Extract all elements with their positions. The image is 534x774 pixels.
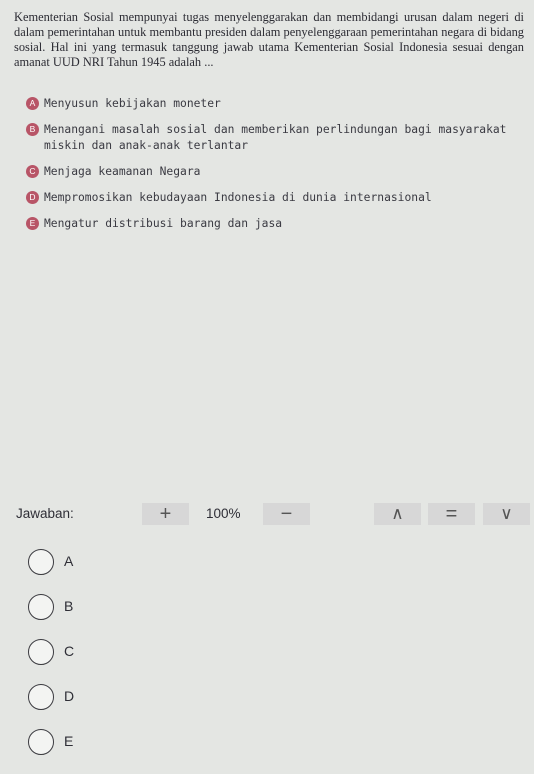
answer-choice-label: E <box>64 733 74 749</box>
question-text: Kementerian Sosial mempunyai tugas menye… <box>14 10 524 69</box>
option-a: A Menyusun kebijakan moneter <box>26 96 526 112</box>
answer-toolbar: Jawaban: + 100% − ∧ = ∨ <box>0 497 534 531</box>
option-letter-badge: E <box>26 217 39 230</box>
option-text: Mempromosikan kebudayaan Indonesia di du… <box>44 191 432 204</box>
option-c: C Menjaga keamanan Negara <box>26 164 526 180</box>
radio-button[interactable] <box>28 549 54 575</box>
option-letter-badge: C <box>26 165 39 178</box>
chevron-up-icon: ∧ <box>391 504 404 523</box>
equal-icon: = <box>445 502 458 525</box>
option-text: Mengatur distribusi barang dan jasa <box>44 217 283 230</box>
zoom-in-button[interactable]: + <box>142 503 189 525</box>
answer-choice-label: D <box>64 688 75 704</box>
option-letter-badge: B <box>26 123 39 136</box>
plus-icon: + <box>159 502 172 525</box>
radio-button[interactable] <box>28 684 54 710</box>
radio-button[interactable] <box>28 729 54 755</box>
option-text: Menjaga keamanan Negara <box>44 165 201 178</box>
minus-icon: − <box>280 502 293 525</box>
option-text: Menyusun kebijakan moneter <box>44 97 221 110</box>
option-b: B Menangani masalah sosial dan memberika… <box>26 122 534 154</box>
radio-button[interactable] <box>28 594 54 620</box>
zoom-level: 100% <box>206 506 241 521</box>
zoom-out-button[interactable]: − <box>263 503 310 525</box>
equal-button[interactable]: = <box>428 503 475 525</box>
answer-label: Jawaban: <box>16 506 74 521</box>
scroll-down-button[interactable]: ∨ <box>483 503 530 525</box>
option-e: E Mengatur distribusi barang dan jasa <box>26 216 526 232</box>
answer-choice-label: B <box>64 598 74 614</box>
chevron-down-icon: ∨ <box>500 504 513 523</box>
option-list: A Menyusun kebijakan moneter B Menangani… <box>26 96 526 232</box>
option-letter-badge: A <box>26 97 39 110</box>
option-text: Menangani masalah sosial dan memberikan … <box>44 123 507 152</box>
option-letter-badge: D <box>26 191 39 204</box>
answer-choice-label: A <box>64 553 74 569</box>
radio-button[interactable] <box>28 639 54 665</box>
scroll-up-button[interactable]: ∧ <box>374 503 421 525</box>
option-d: D Mempromosikan kebudayaan Indonesia di … <box>26 190 526 206</box>
answer-choice-label: C <box>64 643 75 659</box>
